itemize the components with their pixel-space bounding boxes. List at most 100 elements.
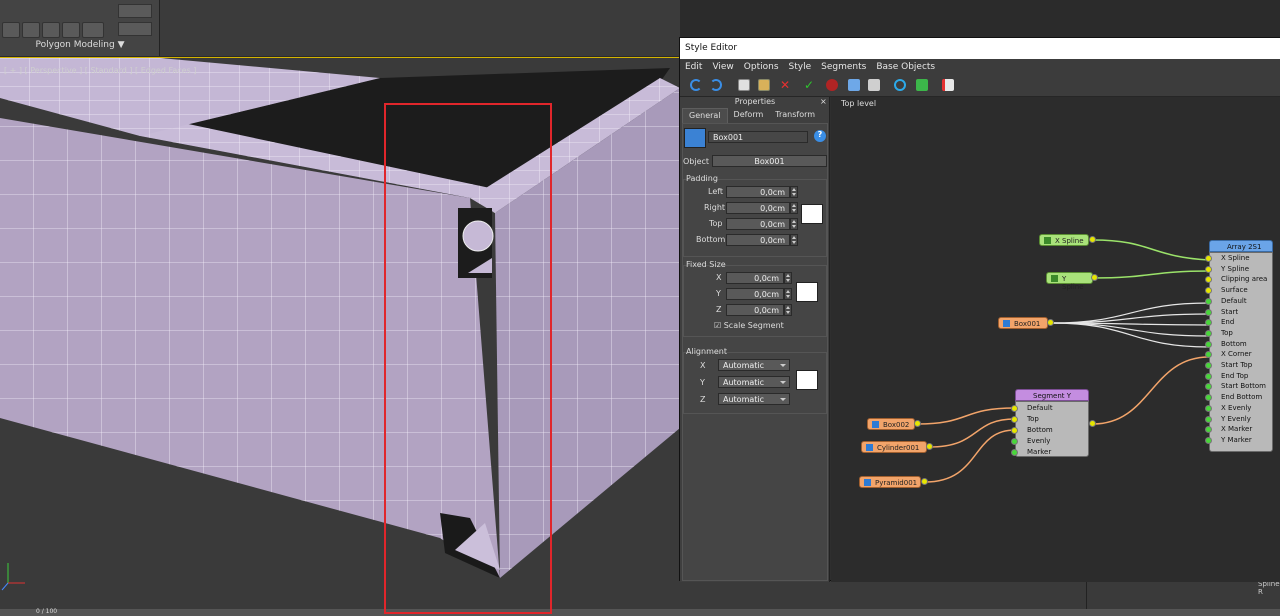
ribbon-small-button[interactable] bbox=[118, 22, 152, 36]
export-icon[interactable] bbox=[916, 79, 928, 91]
paste-icon[interactable] bbox=[758, 79, 770, 91]
fixed-z-input[interactable]: 0,0cm bbox=[726, 304, 784, 316]
menu-style[interactable]: Style bbox=[784, 59, 817, 75]
ribbon-tool-button[interactable] bbox=[22, 22, 40, 38]
scale-segment-checkbox[interactable]: ☑ Scale Segment bbox=[714, 321, 784, 330]
wire-segment-xcorner bbox=[1092, 356, 1210, 425]
trash-icon[interactable] bbox=[868, 79, 880, 91]
input-x-spline-node[interactable]: X Spline bbox=[1039, 234, 1089, 246]
padding-top-input[interactable]: 0,0cm bbox=[726, 218, 790, 230]
ribbon-tool-button[interactable] bbox=[62, 22, 80, 38]
fixed-z-label: Z bbox=[716, 305, 722, 314]
array-input-port[interactable] bbox=[1205, 255, 1212, 262]
array-input-port[interactable] bbox=[1205, 297, 1212, 305]
array-input-port[interactable] bbox=[1205, 308, 1212, 316]
input-port[interactable] bbox=[1011, 405, 1018, 412]
fixed-x-spinner[interactable] bbox=[784, 272, 792, 284]
ribbon-label[interactable]: Polygon Modeling ▼ bbox=[0, 40, 160, 55]
tab-general[interactable]: General bbox=[682, 108, 728, 123]
menu-view[interactable]: View bbox=[707, 59, 738, 75]
input-box002-node[interactable]: Box002 bbox=[867, 418, 915, 430]
align-x-select[interactable]: Automatic bbox=[718, 359, 790, 371]
padding-left-input[interactable]: 0,0cm bbox=[726, 186, 790, 198]
object-picker[interactable]: Box001 bbox=[712, 155, 827, 167]
rollout-letter[interactable]: R bbox=[1258, 588, 1263, 596]
close-icon[interactable]: × bbox=[820, 97, 827, 106]
spline-icon bbox=[1044, 237, 1051, 244]
ribbon-small-button[interactable] bbox=[118, 4, 152, 18]
input-port[interactable] bbox=[1011, 449, 1018, 456]
viewport-label[interactable]: [ + ] [ Perspective ] [ Standard ] [ Edg… bbox=[4, 66, 196, 75]
array-input-port[interactable] bbox=[1205, 329, 1212, 337]
segment-y-role-node[interactable]: Segment Y Role Default Top Bottom Evenly… bbox=[1015, 389, 1089, 457]
array-input-port[interactable] bbox=[1205, 436, 1212, 444]
padding-top-label: Top bbox=[709, 219, 723, 228]
array-input-port[interactable] bbox=[1205, 415, 1212, 423]
check-icon[interactable]: ✓ bbox=[804, 79, 816, 91]
fixed-y-spinner[interactable] bbox=[784, 288, 792, 300]
node-output-port[interactable] bbox=[1091, 274, 1098, 281]
node-output-port[interactable] bbox=[921, 478, 928, 485]
pyramid-icon bbox=[864, 479, 871, 486]
redo-icon[interactable] bbox=[710, 79, 722, 91]
node-output-port[interactable] bbox=[914, 420, 921, 427]
tab-deform[interactable]: Deform bbox=[728, 108, 770, 123]
padding-bottom-spinner[interactable] bbox=[790, 234, 798, 246]
ribbon-tool-button[interactable] bbox=[2, 22, 20, 38]
node-output-port[interactable] bbox=[1047, 319, 1054, 326]
refresh-icon[interactable] bbox=[894, 79, 906, 91]
input-cylinder001-node[interactable]: Cylinder001 bbox=[861, 441, 927, 453]
menu-options[interactable]: Options bbox=[739, 59, 784, 75]
undo-icon[interactable] bbox=[690, 79, 702, 91]
port-evenly: Evenly bbox=[1027, 437, 1051, 445]
array-input-port[interactable] bbox=[1205, 372, 1212, 380]
input-port[interactable] bbox=[1011, 438, 1018, 445]
input-pyramid001-node[interactable]: Pyramid001 bbox=[859, 476, 921, 488]
stop-icon[interactable] bbox=[826, 79, 838, 91]
fixed-z-spinner[interactable] bbox=[784, 304, 792, 316]
array-input-port[interactable] bbox=[1205, 340, 1212, 348]
array-2s1-node[interactable]: Array 2S1 X Spline Y Spline Clipping area S… bbox=[1209, 240, 1273, 452]
align-z-select[interactable]: Automatic bbox=[718, 393, 790, 405]
padding-bottom-input[interactable]: 0,0cm bbox=[726, 234, 790, 246]
padding-link-icon[interactable] bbox=[801, 204, 823, 224]
array-input-port[interactable] bbox=[1205, 362, 1212, 369]
node-output-port[interactable] bbox=[926, 443, 933, 450]
library-icon[interactable] bbox=[942, 79, 954, 91]
padding-right-input[interactable]: 0,0cm bbox=[726, 202, 790, 214]
input-port[interactable] bbox=[1011, 427, 1018, 434]
padding-left-spinner[interactable] bbox=[790, 186, 798, 198]
tab-transform[interactable]: Transform bbox=[769, 108, 821, 123]
help-icon[interactable]: ? bbox=[814, 130, 826, 142]
alignment-icon[interactable] bbox=[796, 370, 818, 390]
delete-icon[interactable]: ✕ bbox=[780, 79, 792, 91]
ribbon-panel: Polygon Modeling ▼ bbox=[0, 0, 160, 56]
node-graph[interactable]: Top level X Spline Y Spline Box001 Box00… bbox=[831, 97, 1280, 582]
fixed-size-link-icon[interactable] bbox=[796, 282, 818, 302]
style-editor-window[interactable]: Style Editor Edit View Options Style Seg… bbox=[679, 37, 1280, 582]
filter-icon[interactable] bbox=[848, 79, 860, 91]
array-input-port[interactable] bbox=[1205, 265, 1212, 273]
fixed-x-input[interactable]: 0,0cm bbox=[726, 272, 784, 284]
node-output-port[interactable] bbox=[1089, 236, 1096, 243]
fixed-y-input[interactable]: 0,0cm bbox=[726, 288, 784, 300]
ribbon-tool-button[interactable] bbox=[42, 22, 60, 38]
object-name-field[interactable]: Box001 bbox=[708, 131, 808, 143]
wire-y-spline bbox=[1092, 270, 1210, 279]
fixed-y-label: Y bbox=[716, 289, 721, 298]
menu-segments[interactable]: Segments bbox=[816, 59, 871, 75]
ribbon-tool-button[interactable] bbox=[82, 22, 104, 38]
padding-top-spinner[interactable] bbox=[790, 218, 798, 230]
align-y-select[interactable]: Automatic bbox=[718, 376, 790, 388]
timeline-bar[interactable]: 0 / 100 bbox=[0, 608, 1280, 616]
input-y-spline-node[interactable]: Y Spline bbox=[1046, 272, 1093, 291]
array-input-port[interactable] bbox=[1205, 404, 1212, 412]
menu-edit[interactable]: Edit bbox=[680, 59, 707, 75]
copy-icon[interactable] bbox=[738, 79, 750, 91]
right-panel-label: Spline R bbox=[1258, 580, 1280, 596]
padding-right-spinner[interactable] bbox=[790, 202, 798, 214]
input-box001-node[interactable]: Box001 bbox=[998, 317, 1048, 329]
input-port[interactable] bbox=[1011, 416, 1018, 423]
output-port[interactable] bbox=[1089, 420, 1096, 427]
menu-base-objects[interactable]: Base Objects bbox=[871, 59, 940, 75]
